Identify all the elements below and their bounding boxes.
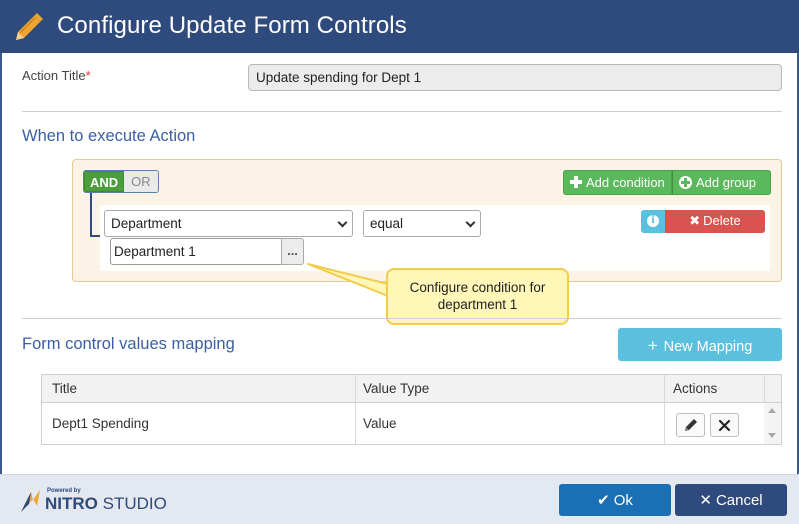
info-button[interactable]: i <box>641 210 665 233</box>
new-mapping-button[interactable]: + New Mapping <box>618 328 782 361</box>
add-group-label: Add group <box>696 175 756 190</box>
ok-label: Ok <box>613 492 633 509</box>
mapping-section-heading: Form control values mapping <box>22 335 235 353</box>
pencil-icon <box>685 419 697 431</box>
callout-pointer <box>307 263 389 297</box>
plus-icon <box>570 176 582 188</box>
required-mark: * <box>85 68 91 83</box>
field-select-value: Department <box>111 216 182 231</box>
new-mapping-label: New Mapping <box>663 339 753 355</box>
and-or-toggle[interactable]: AND OR <box>83 170 159 193</box>
brand-name-bold: NITRO <box>45 494 98 513</box>
column-header-value-type[interactable]: Value Type <box>363 381 429 396</box>
chevron-down-icon <box>337 217 348 228</box>
cancel-label: Cancel <box>715 492 763 509</box>
ok-button[interactable]: ✔ Ok <box>559 484 671 516</box>
action-title-label-text: Action Title <box>22 68 86 83</box>
column-header-actions: Actions <box>673 381 718 396</box>
scroll-down-icon[interactable] <box>768 433 776 438</box>
brand-name: NITRO STUDIO <box>45 494 167 514</box>
info-icon: i <box>647 215 659 227</box>
action-title-label: Action Title* <box>22 68 91 83</box>
and-option[interactable]: AND <box>84 171 125 192</box>
chevron-down-icon <box>465 217 476 228</box>
dialog-border-left <box>0 53 2 474</box>
scroll-up-icon[interactable] <box>768 408 776 413</box>
field-select[interactable]: Department <box>104 210 353 237</box>
divider <box>22 111 782 112</box>
divider <box>22 318 782 319</box>
column-divider <box>664 375 665 444</box>
dialog-titlebar: Configure Update Form Controls <box>0 0 799 53</box>
condition-value-input[interactable]: Department 1 <box>110 238 282 265</box>
check-icon: ✔ <box>597 492 610 509</box>
edit-mapping-button[interactable] <box>676 413 705 437</box>
action-title-input[interactable]: Update spending for Dept 1 <box>248 64 782 91</box>
plus-icon: + <box>647 336 658 355</box>
dialog-title: Configure Update Form Controls <box>57 12 407 39</box>
pencil-icon <box>16 13 43 40</box>
delete-condition-button[interactable]: ✖ Delete <box>665 210 765 233</box>
close-icon <box>718 419 731 432</box>
when-section-heading: When to execute Action <box>22 127 196 145</box>
close-icon: ✖ <box>689 213 701 228</box>
column-divider <box>355 375 356 444</box>
delete-label: Delete <box>703 213 741 228</box>
row-value-type: Value <box>363 416 397 431</box>
nitro-logo-icon <box>21 490 40 512</box>
brand-name-rest: STUDIO <box>97 494 167 513</box>
row-title: Dept1 Spending <box>52 416 149 431</box>
operator-select-value: equal <box>370 216 404 231</box>
plus-circle-icon <box>679 176 692 189</box>
browse-button[interactable]: ... <box>281 238 304 265</box>
add-condition-label: Add condition <box>586 175 665 190</box>
remove-mapping-button[interactable] <box>710 413 739 437</box>
or-option[interactable]: OR <box>124 171 158 192</box>
operator-select[interactable]: equal <box>363 210 481 237</box>
add-group-button[interactable]: Add group <box>672 170 771 195</box>
cancel-button[interactable]: ✕ Cancel <box>675 484 787 516</box>
column-header-title[interactable]: Title <box>52 381 77 396</box>
mapping-table: Title Value Type Actions Dept1 Spending … <box>41 374 782 445</box>
add-condition-button[interactable]: Add condition <box>563 170 672 195</box>
callout-tooltip: Configure condition for department 1 <box>386 268 569 325</box>
close-icon: ✕ <box>699 492 712 509</box>
